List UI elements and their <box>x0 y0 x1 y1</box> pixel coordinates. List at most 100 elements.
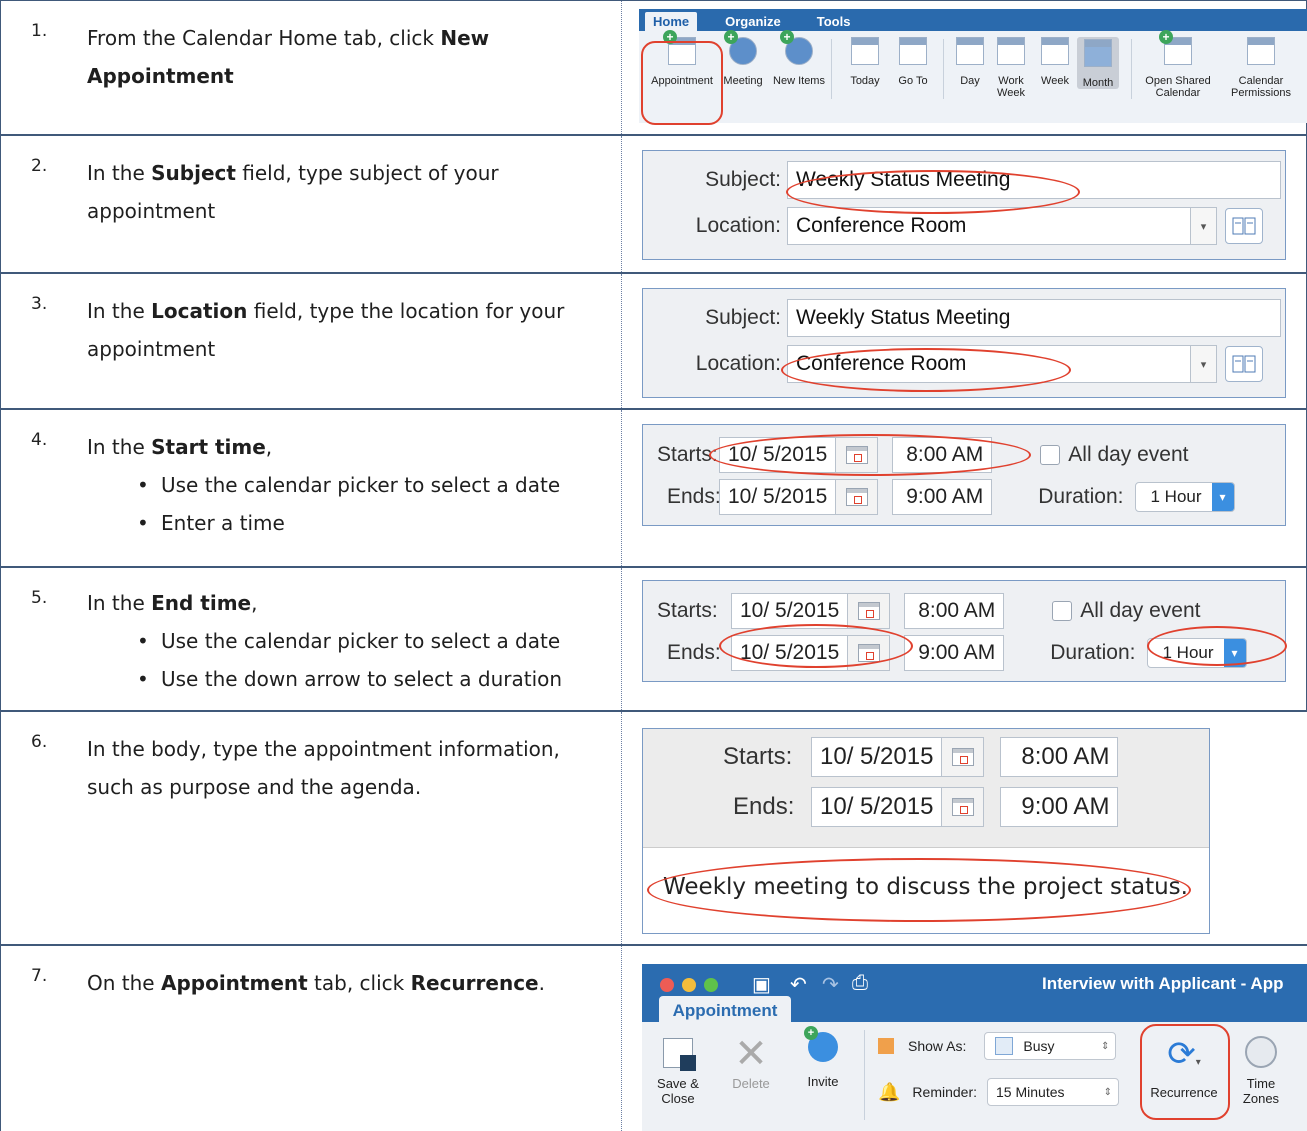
step-image-cell: Subject: Weekly Status Meeting Location:… <box>623 136 1307 272</box>
ends-label: Ends: <box>733 793 795 820</box>
calendar-picker-icon[interactable] <box>847 594 890 628</box>
subject-input[interactable]: Weekly Status Meeting <box>787 161 1281 199</box>
week-view-icon <box>1041 37 1069 65</box>
step-text-cell: 6. In the body, type the appointment inf… <box>0 712 622 944</box>
week-view-button[interactable]: Week <box>1035 37 1075 87</box>
calendar-picker-icon[interactable] <box>941 788 984 826</box>
step-image-cell: Starts: 10/ 5/2015 8:00 AM Ends: 10/ 5/2… <box>623 712 1307 944</box>
step-row-5: 5. In the End time, Use the calendar pic… <box>0 566 1307 710</box>
day-view-button[interactable]: Day <box>951 37 989 87</box>
minimize-window-button[interactable] <box>682 978 696 992</box>
save-close-button[interactable]: Save & Close <box>652 1038 704 1106</box>
location-dropdown-arrow[interactable]: ▾ <box>1191 207 1217 245</box>
close-window-button[interactable] <box>660 978 674 992</box>
calendar-picker-icon[interactable] <box>847 636 890 670</box>
bullet-item: Use the down arrow to select a duration <box>137 660 602 698</box>
step-row-3: 3. In the Location field, type the locat… <box>0 272 1307 408</box>
step-text-cell: 1. From the Calendar Home tab, click New… <box>0 1 622 134</box>
calendar-permissions-button[interactable]: Calendar Permissions <box>1223 37 1299 99</box>
appointment-ribbon: Save & Close ✕ Delete + Invite Show As: … <box>642 1022 1307 1131</box>
chevron-down-icon[interactable]: ▾ <box>1211 483 1234 511</box>
end-date-field[interactable]: 10/ 5/2015 <box>811 787 985 827</box>
appointment-body[interactable]: Weekly meeting to discuss the project st… <box>643 847 1209 933</box>
end-time-field[interactable]: 9:00 AM <box>1000 787 1119 827</box>
bullet-item: Use the calendar picker to select a date <box>137 466 602 504</box>
globe-icon <box>1245 1036 1277 1068</box>
calendar-picker-icon[interactable] <box>941 738 984 776</box>
bullet-item: Enter a time <box>137 504 602 542</box>
end-time-field[interactable]: 9:00 AM <box>892 479 993 515</box>
end-time-field[interactable]: 9:00 AM <box>904 635 1005 671</box>
location-input[interactable]: Conference Room <box>787 207 1191 245</box>
calendar-picker-icon[interactable] <box>835 480 878 514</box>
zoom-window-button[interactable] <box>704 978 718 992</box>
step-image-cell: Starts: 10/ 5/2015 8:00 AM All day event… <box>623 568 1307 710</box>
open-shared-calendar-button[interactable]: + Open Shared Calendar <box>1139 30 1217 99</box>
starts-label: Starts: <box>657 443 718 466</box>
end-date-field[interactable]: 10/ 5/2015 <box>719 479 879 515</box>
location-dropdown-arrow[interactable]: ▾ <box>1191 345 1217 383</box>
step-text-cell: 2. In the Subject field, type subject of… <box>0 136 622 272</box>
subject-input[interactable]: Weekly Status Meeting <box>787 299 1281 337</box>
all-day-checkbox[interactable] <box>1040 445 1061 465</box>
work-week-view-button[interactable]: Work Week <box>991 37 1031 99</box>
invite-button[interactable]: + Invite <box>798 1026 848 1089</box>
duration-select[interactable]: 1 Hour ▾ <box>1147 638 1247 668</box>
start-time-field[interactable]: 8:00 AM <box>904 593 1005 629</box>
start-date-field[interactable]: 10/ 5/2015 <box>811 737 985 777</box>
tab-organize[interactable]: Organize <box>717 12 789 31</box>
meeting-icon: + <box>724 30 757 65</box>
location-label: Location: <box>695 352 781 375</box>
step-number: 6. <box>31 732 48 752</box>
start-time-field[interactable]: 8:00 AM <box>892 437 993 473</box>
step-image-cell: Home Organize Tools + Appointment + Meet… <box>623 1 1307 134</box>
duration-label: Duration: <box>1038 485 1124 508</box>
shared-calendar-icon: + <box>1159 30 1192 65</box>
ends-label: Ends: <box>667 641 721 664</box>
go-to-button[interactable]: Go To <box>893 37 933 87</box>
duration-label: Duration: <box>1050 641 1136 664</box>
calendar-picker-icon[interactable] <box>835 438 878 472</box>
subject-label: Subject: <box>705 168 781 191</box>
calendar-permissions-icon <box>1247 37 1275 65</box>
today-button[interactable]: Today <box>841 37 889 87</box>
save-close-icon <box>663 1038 696 1071</box>
start-time-field[interactable]: 8:00 AM <box>1000 737 1119 777</box>
ends-label: Ends: <box>667 485 721 508</box>
starts-label: Starts: <box>723 743 793 770</box>
instruction-document: 1. From the Calendar Home tab, click New… <box>0 0 1307 1131</box>
tab-home[interactable]: Home <box>645 12 698 31</box>
address-book-icon[interactable] <box>1225 208 1263 244</box>
print-icon[interactable]: ⎙ <box>852 972 868 995</box>
step-row-4: 4. In the Start time, Use the calendar p… <box>0 408 1307 566</box>
chevron-down-icon[interactable]: ▾ <box>1223 639 1246 667</box>
tab-tools[interactable]: Tools <box>809 12 859 31</box>
start-date-field[interactable]: 10/ 5/2015 <box>719 437 879 473</box>
location-input[interactable]: Conference Room <box>787 345 1191 383</box>
redo-icon[interactable]: ↷ <box>822 972 839 997</box>
undo-icon[interactable]: ↶ <box>790 972 807 997</box>
address-book-icon[interactable] <box>1225 346 1263 382</box>
start-date-field[interactable]: 10/ 5/2015 <box>731 593 891 629</box>
show-as-select[interactable]: Busy ⇕ <box>984 1032 1117 1060</box>
end-date-field[interactable]: 10/ 5/2015 <box>731 635 891 671</box>
all-day-label: All day event <box>1080 599 1201 622</box>
new-items-button[interactable]: + New Items <box>773 30 825 87</box>
step-text: From the Calendar Home tab, click New Ap… <box>87 26 490 88</box>
recurrence-button[interactable]: ⟳▾ Recurrence <box>1142 1032 1226 1100</box>
new-appointment-button[interactable]: + Appointment <box>645 30 719 87</box>
delete-icon: ✕ <box>734 1032 768 1076</box>
duration-select[interactable]: 1 Hour ▾ <box>1135 482 1235 512</box>
time-zones-button[interactable]: Time Zones <box>1238 1032 1284 1106</box>
new-meeting-button[interactable]: + Meeting <box>719 30 767 87</box>
today-icon <box>851 37 879 65</box>
work-week-icon <box>997 37 1025 65</box>
month-view-button[interactable]: Month <box>1077 37 1119 89</box>
all-day-checkbox[interactable] <box>1052 601 1073 621</box>
reminder-bell-icon: 🔔 <box>878 1081 901 1102</box>
time-panel: Starts: 10/ 5/2015 8:00 AM All day event… <box>642 424 1286 526</box>
delete-button[interactable]: ✕ Delete <box>726 1032 776 1091</box>
reminder-select[interactable]: 15 Minutes ⇕ <box>987 1078 1120 1106</box>
save-icon[interactable]: ▣ <box>752 972 771 997</box>
step-number: 1. <box>31 21 48 41</box>
